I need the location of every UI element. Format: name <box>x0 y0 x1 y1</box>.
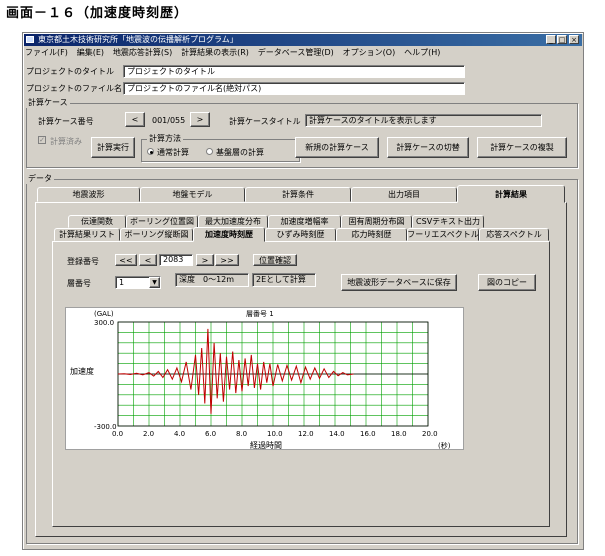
tab-output-items[interactable]: 出力項目 <box>351 187 457 202</box>
x-tick-label: 12.0 <box>298 430 314 438</box>
calc-method-label: 計算方法 <box>147 133 183 144</box>
minimize-button[interactable]: _ <box>546 35 556 44</box>
save-wave-db-button[interactable]: 地震波形データベースに保存 <box>341 274 457 291</box>
subtab-results-list[interactable]: 計算結果リスト <box>54 228 120 241</box>
x-tick-label: 6.0 <box>205 430 216 438</box>
case-number-label: 計算ケース番号 <box>38 117 94 126</box>
x-tick-label: 8.0 <box>236 430 247 438</box>
calc-mode-field: 2Eとして計算 <box>252 273 316 287</box>
project-title-label: プロジェクトのタイトル <box>26 67 114 76</box>
subtab-csv-output[interactable]: CSVテキスト出力 <box>412 215 484 228</box>
chevron-down-icon[interactable]: ▼ <box>149 277 160 288</box>
accel-chart-svg: 300.0-300.00.0 2.0 4.0 6.0 8.0 10.0 12.0 14.0 16… <box>70 310 451 450</box>
case-next-button[interactable]: > <box>190 112 210 127</box>
menu-database[interactable]: データベース管理(D) <box>258 48 334 57</box>
menu-calc[interactable]: 地震応答計算(S) <box>113 48 172 57</box>
x-tick-label: 20.0 <box>422 430 438 438</box>
copy-figure-button[interactable]: 図のコピー <box>478 274 536 291</box>
depth-field: 深度 0～12m <box>175 273 249 287</box>
calc-done-checkbox: ✓ <box>38 136 46 144</box>
chart-title: 層番号 1 <box>246 310 274 318</box>
x-tick-label: 2.0 <box>143 430 154 438</box>
maximize-button[interactable]: □ <box>557 35 567 44</box>
reg-next-button[interactable]: > <box>196 254 214 266</box>
close-button[interactable]: × <box>569 35 579 44</box>
calc-case-group-label: 計算ケース <box>26 97 70 108</box>
subtab-transfer-function[interactable]: 伝達関数 <box>68 215 126 228</box>
app-icon <box>26 36 34 43</box>
method-base-label: 基盤層の計算 <box>216 148 264 157</box>
subtab-natural-period[interactable]: 固有周期分布図 <box>341 215 412 228</box>
data-group-label: データ <box>26 173 54 184</box>
tab-seismic-wave[interactable]: 地震波形 <box>37 187 140 202</box>
case-prev-button[interactable]: < <box>125 112 145 127</box>
subtab-response-spectrum[interactable]: 応答スペクトル <box>479 228 549 241</box>
reg-last-button[interactable]: >> <box>215 254 239 266</box>
calc-done-label: 計算済み <box>50 137 82 146</box>
accel-series-line <box>117 328 354 414</box>
app-window: 東京都土木技術研究所「地震波の伝播解析プログラム」 _ □ × ファイル(F) … <box>22 32 584 550</box>
subtab-stress-time-history[interactable]: 応力時刻歴 <box>336 228 407 241</box>
copy-case-button[interactable]: 計算ケースの複製 <box>477 137 567 158</box>
subtab-accel-amplification[interactable]: 加速度増幅率 <box>268 215 341 228</box>
tab-calc-conditions[interactable]: 計算条件 <box>245 187 351 202</box>
x-tick-label: 18.0 <box>391 430 407 438</box>
project-file-label: プロジェクトのファイル名 <box>26 84 122 93</box>
chart-xlabel: 経過時間 <box>250 440 282 449</box>
subtab-boring-section[interactable]: ボーリング縦断図 <box>120 228 193 241</box>
subtab-fourier-spectrum[interactable]: フーリエスペクトル <box>407 228 479 241</box>
x-tick-label: 16.0 <box>360 430 376 438</box>
run-calc-button[interactable]: 計算実行 <box>91 137 135 158</box>
reg-number-field[interactable]: 2083 <box>159 254 193 266</box>
menu-results[interactable]: 計算結果の表示(R) <box>181 48 249 57</box>
tab-ground-model[interactable]: 地盤モデル <box>140 187 245 202</box>
method-base-radio[interactable] <box>206 148 213 155</box>
chart-ylabel: 加速度 <box>70 366 94 376</box>
accel-chart: 300.0 -300.0 0.0 2.0 4.0 6.0 8.0 10.0 12.0 14.0 16… <box>65 307 464 450</box>
reg-first-button[interactable]: << <box>115 254 137 266</box>
screen-caption: 画面－１６（加速度時刻歴） <box>6 6 189 21</box>
x-tick-label: 10.0 <box>267 430 283 438</box>
tab-calc-results[interactable]: 計算結果 <box>457 185 565 203</box>
menu-edit[interactable]: 編集(E) <box>77 48 104 57</box>
position-check-button[interactable]: 位置確認 <box>253 254 297 266</box>
menu-bar: ファイル(F) 編集(E) 地震応答計算(S) 計算結果の表示(R) データベー… <box>25 47 581 59</box>
subtab-boring-location[interactable]: ボーリング位置図 <box>126 215 198 228</box>
switch-case-button[interactable]: 計算ケースの切替 <box>387 137 469 158</box>
layer-number-value: 1 <box>119 278 125 287</box>
layer-number-label: 層番号 <box>67 279 91 288</box>
calc-case-group <box>26 103 578 168</box>
subtab-strain-time-history[interactable]: ひずみ時刻歴 <box>265 228 336 241</box>
chart-unit-label: (GAL) <box>94 310 114 318</box>
y-tick-label: 300.0 <box>94 319 114 327</box>
x-tick-label: 0.0 <box>112 430 123 438</box>
project-file-field[interactable]: プロジェクトのファイル名(絶対パス) <box>123 82 465 95</box>
reg-prev-button[interactable]: < <box>139 254 157 266</box>
case-title-field: 計算ケースのタイトルを表示します <box>305 114 542 127</box>
menu-file[interactable]: ファイル(F) <box>25 48 68 57</box>
window-title: 東京都土木技術研究所「地震波の伝播解析プログラム」 <box>38 35 238 44</box>
chart-x-unit: (秒) <box>438 441 451 449</box>
x-tick-label: 14.0 <box>329 430 345 438</box>
project-title-field[interactable]: プロジェクトのタイトル <box>123 65 465 78</box>
method-normal-label: 通常計算 <box>157 148 189 157</box>
reg-number-label: 登録番号 <box>67 257 99 266</box>
method-normal-radio[interactable] <box>147 148 154 155</box>
case-number-value: 001/055 <box>152 116 186 125</box>
menu-options[interactable]: オプション(O) <box>343 48 396 57</box>
subtab-accel-time-history[interactable]: 加速度時刻歴 <box>193 227 265 242</box>
x-tick-label: 4.0 <box>174 430 185 438</box>
menu-help[interactable]: ヘルプ(H) <box>404 48 440 57</box>
new-case-button[interactable]: 新規の計算ケース <box>295 137 379 158</box>
case-title-label: 計算ケースタイトル <box>229 117 301 126</box>
title-bar: 東京都土木技術研究所「地震波の伝播解析プログラム」 <box>24 34 582 46</box>
